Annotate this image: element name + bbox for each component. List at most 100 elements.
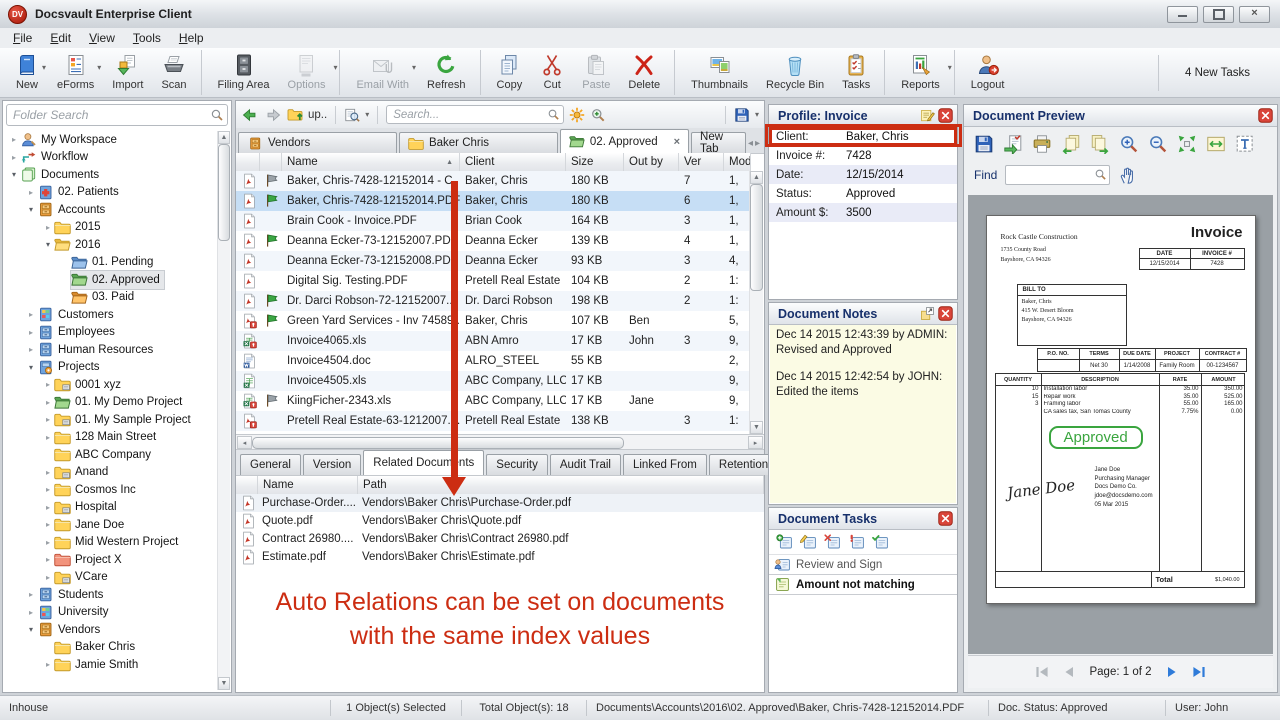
advanced-search-icon[interactable] <box>590 107 606 123</box>
settings-gear-icon[interactable] <box>569 107 585 123</box>
menu-item[interactable]: File <box>4 29 41 47</box>
scroll-down-icon[interactable]: ▼ <box>218 677 230 690</box>
expander-icon[interactable]: ▸ <box>42 555 54 564</box>
expander-icon[interactable]: ▸ <box>25 590 37 599</box>
tree-item[interactable]: 03. Paid <box>4 289 217 307</box>
horizontal-scrollbar[interactable]: ◂ ▸ <box>236 434 764 450</box>
first-page-icon[interactable] <box>1035 666 1049 678</box>
detail-tab[interactable]: General <box>240 454 301 475</box>
dropdown-caret-icon[interactable]: ▾ <box>412 63 416 72</box>
dropdown-caret-icon[interactable]: ▾ <box>365 110 369 119</box>
dropdown-caret-icon[interactable]: ▾ <box>97 63 101 72</box>
scroll-up-icon[interactable]: ▲ <box>218 131 230 144</box>
expander-icon[interactable]: ▸ <box>25 345 37 354</box>
expander-icon[interactable]: ▾ <box>25 625 37 634</box>
save-icon[interactable] <box>974 134 994 154</box>
priority-task-icon[interactable] <box>848 534 865 551</box>
expander-icon[interactable]: ▸ <box>42 485 54 494</box>
column-header[interactable]: Modif ▲ <box>724 153 751 171</box>
panel-close-icon[interactable] <box>938 511 953 526</box>
file-row[interactable]: Brain Cook - Invoice.PDF Brian Cook 164 … <box>236 211 751 231</box>
export-icon[interactable] <box>1003 134 1023 154</box>
column-header[interactable]: Out by ▲ <box>624 153 679 171</box>
tree-item[interactable]: ▸ 01. My Sample Project <box>4 411 217 429</box>
tree-item[interactable]: ▸ 0001 xyz <box>4 376 217 394</box>
expander-icon[interactable]: ▾ <box>25 363 37 372</box>
panel-close-icon[interactable] <box>938 306 953 321</box>
tree-item[interactable]: ▸ VCare <box>4 569 217 587</box>
expander-icon[interactable]: ▸ <box>42 660 54 669</box>
scroll-thumb[interactable] <box>750 184 763 291</box>
detail-tab[interactable]: Linked From <box>623 454 707 475</box>
tree-item[interactable]: ▸ Project X <box>4 551 217 569</box>
next-page-icon[interactable] <box>1165 666 1179 678</box>
last-page-icon[interactable] <box>1192 666 1206 678</box>
expander-icon[interactable]: ▸ <box>42 520 54 529</box>
preview-search-button[interactable] <box>344 107 360 123</box>
scan-button[interactable]: ▾ Scan <box>152 50 201 95</box>
reports-button[interactable]: ▾ Reports <box>888 50 955 95</box>
expander-icon[interactable]: ▸ <box>42 223 54 232</box>
minimize-button[interactable] <box>1167 6 1198 23</box>
file-row[interactable]: KiingFicher-2343.xls ABC Company, LLC. 1… <box>236 391 751 411</box>
scroll-thumb[interactable] <box>252 437 624 449</box>
up-label[interactable]: up.. <box>308 109 327 121</box>
scroll-right-icon[interactable]: ▸ <box>748 436 763 449</box>
task-item[interactable]: Amount not matching <box>769 574 957 595</box>
tree-item[interactable]: ▸ University <box>4 604 217 622</box>
dropdown-caret-icon[interactable]: ▾ <box>333 63 337 72</box>
tree-item[interactable]: ▸ Cosmos Inc <box>4 481 217 499</box>
expander-icon[interactable]: ▸ <box>25 608 37 617</box>
tree-item[interactable]: ABC Company <box>4 446 217 464</box>
document-tab[interactable]: Vendors <box>238 132 397 153</box>
new-button[interactable]: ▾ New <box>6 50 48 95</box>
tree-item[interactable]: ▸ Customers <box>4 306 217 324</box>
expander-icon[interactable]: ▸ <box>42 398 54 407</box>
tree-item[interactable]: ▸ Jamie Smith <box>4 656 217 674</box>
pan-hand-icon[interactable] <box>1118 165 1138 185</box>
copy-button[interactable]: ▾ Copy <box>484 50 532 95</box>
file-list-scrollbar[interactable]: ▲ ▼ <box>749 171 763 434</box>
tree-item[interactable]: 01. Pending <box>4 254 217 272</box>
search-icon[interactable] <box>547 108 560 121</box>
expander-icon[interactable]: ▸ <box>25 310 37 319</box>
detail-tab[interactable]: Security <box>486 454 548 475</box>
maximize-button[interactable] <box>1203 6 1234 23</box>
eforms-button[interactable]: ▾ eForms <box>48 50 103 95</box>
related-document-row[interactable]: Quote.pdf Vendors\Baker Chris\Quote.pdf <box>236 512 764 530</box>
tree-item[interactable]: ▸ Workflow <box>4 149 217 167</box>
detail-tab[interactable]: Audit Trail <box>550 454 621 475</box>
scroll-up-icon[interactable]: ▲ <box>750 171 763 184</box>
previous-page-icon[interactable] <box>1062 666 1076 678</box>
file-row[interactable]: Deanna Ecker-73-12152007.PDF Deanna Ecke… <box>236 231 751 251</box>
edit-task-icon[interactable] <box>800 534 817 551</box>
tree-item[interactable]: ▸ 128 Main Street <box>4 429 217 447</box>
scroll-down-icon[interactable]: ▼ <box>750 421 763 434</box>
panel-close-icon[interactable] <box>1258 108 1273 123</box>
file-row[interactable]: Deanna Ecker-73-12152008.PDF Deanna Ecke… <box>236 251 751 271</box>
expander-icon[interactable]: ▸ <box>42 433 54 442</box>
search-icon[interactable] <box>1094 168 1107 181</box>
scroll-thumb[interactable] <box>218 144 230 241</box>
back-button[interactable] <box>241 107 259 123</box>
related-document-row[interactable]: Purchase-Order.... Vendors\Baker Chris\P… <box>236 494 764 512</box>
tree-item[interactable]: ▸ Students <box>4 586 217 604</box>
dropdown-caret-icon[interactable]: ▾ <box>42 63 46 72</box>
tree-item[interactable]: ▸ Mid Western Project <box>4 534 217 552</box>
tree-item[interactable]: ▾ 2016 <box>4 236 217 254</box>
up-folder-button[interactable] <box>287 107 305 123</box>
next-page-icon[interactable] <box>1090 134 1110 154</box>
expander-icon[interactable]: ▸ <box>42 503 54 512</box>
expander-icon[interactable]: ▸ <box>42 468 54 477</box>
file-row[interactable]: Digital Sig. Testing.PDF Pretell Real Es… <box>236 271 751 291</box>
file-row[interactable]: Green Yard Services - Inv 74589... Baker… <box>236 311 751 331</box>
column-header[interactable]: Ver ▲ <box>679 153 724 171</box>
scroll-left-icon[interactable]: ◂ <box>237 436 252 449</box>
detail-tab[interactable]: Related Documents <box>363 450 484 475</box>
tree-item[interactable]: ▾ Accounts <box>4 201 217 219</box>
tree-item[interactable]: ▸ My Workspace <box>4 131 217 149</box>
save-view-button[interactable] <box>734 107 750 123</box>
expander-icon[interactable]: ▸ <box>25 188 37 197</box>
related-document-row[interactable]: Estimate.pdf Vendors\Baker Chris\Estimat… <box>236 548 764 566</box>
dropdown-caret-icon[interactable]: ▾ <box>948 63 952 72</box>
